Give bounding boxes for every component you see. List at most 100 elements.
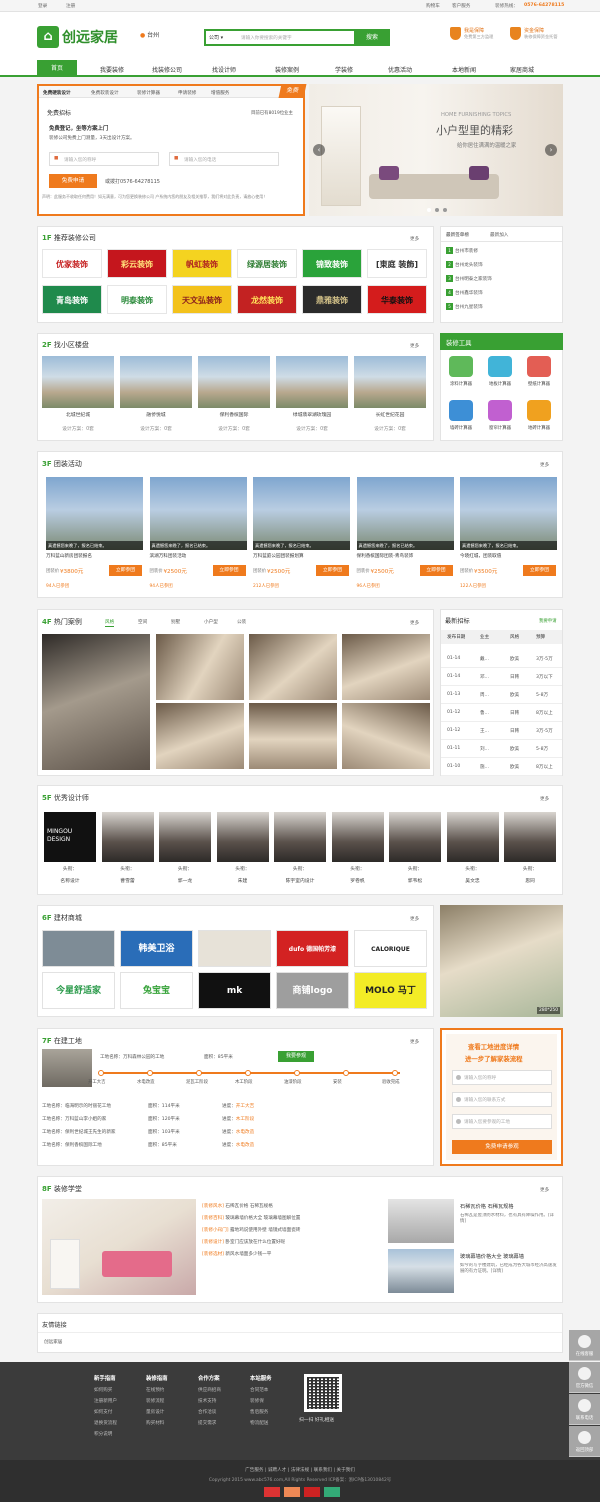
footer-link[interactable]: 提交需求 [198, 1420, 221, 1426]
case-tab[interactable]: 空间 [138, 619, 147, 625]
case-image[interactable] [249, 703, 337, 769]
section-4f-more[interactable]: 更多 [410, 620, 419, 626]
search-button[interactable]: 搜索 [354, 29, 390, 46]
trust-badge-4[interactable] [324, 1487, 340, 1497]
ranking-item[interactable]: 1 台州市装修 [446, 247, 478, 254]
designer-photo[interactable] [331, 812, 384, 862]
property-image[interactable] [276, 356, 348, 408]
designer-photo[interactable] [389, 812, 441, 862]
calculator-label[interactable]: 地板计算器 [481, 381, 519, 387]
group-buy-image[interactable]: 真遗憾您来晚了，报名已结束。 [149, 477, 247, 550]
search-input[interactable]: 请输入你要搜索的关键字 [241, 35, 292, 41]
footer-link[interactable]: 合同范本 [250, 1387, 272, 1393]
trust-badge-3[interactable] [304, 1487, 320, 1497]
brand-logo[interactable]: 商铺logo [276, 972, 349, 1009]
footer-link[interactable]: 积分说明 [94, 1431, 117, 1437]
nav-offers[interactable]: 优惠活动 [388, 65, 412, 74]
company-logo[interactable]: 帆虹装饰 [172, 249, 232, 278]
group-buy-name[interactable]: 万科蓝山新房团装报名 [46, 553, 92, 559]
property-name[interactable]: 北城世纪城 [42, 411, 114, 418]
case-tab[interactable]: 别墅 [171, 619, 180, 625]
side-online-service-button[interactable]: 在线客服 [569, 1330, 600, 1361]
nav-home[interactable]: 首页 [37, 60, 77, 77]
nav-mall[interactable]: 家居商城 [510, 65, 534, 74]
friend-link-item[interactable]: 创远家居 [44, 1339, 62, 1345]
brand-logo[interactable] [42, 930, 115, 967]
group-buy-name[interactable]: 今晓红城，团装取值 [460, 553, 501, 559]
property-image[interactable] [42, 356, 114, 408]
calculator-icon[interactable] [449, 400, 473, 421]
visit-form-input[interactable]: 请输入您的称呼 [452, 1070, 552, 1085]
banner-prev-icon[interactable]: ‹ [313, 144, 325, 156]
ranking-item[interactable]: 2 台州龙头装饰 [446, 261, 483, 268]
designer-name[interactable]: 郭一龙 [159, 877, 211, 884]
designer-photo[interactable] [216, 812, 269, 862]
brand-logo[interactable]: MOLO 马丁 [354, 972, 427, 1009]
site-photo[interactable] [42, 1049, 92, 1087]
brand-logo[interactable]: mk [198, 972, 271, 1009]
group-buy-image[interactable]: 真遗憾您来晚了，报名已结束。 [460, 477, 557, 550]
visit-site-button[interactable]: 我要参观 [278, 1051, 314, 1062]
designer-name[interactable]: 吴文忠 [447, 877, 499, 884]
phone-input[interactable]: ■ 请输入您的电话 [169, 152, 279, 166]
nav-designers[interactable]: 找设计师 [212, 65, 236, 74]
article-2-title[interactable]: 玻璃幕墙价格大全 玻璃幕墙 [460, 1253, 524, 1260]
school-article-link[interactable]: [装修百科] 玻璃幕墙价格大全 玻璃幕墙图解位置 [202, 1215, 300, 1221]
property-image[interactable] [198, 356, 270, 408]
visit-form-input[interactable]: 请输入您的联系方式 [452, 1092, 552, 1107]
group-buy-name[interactable]: 滨湖万科团装活动 [150, 553, 187, 559]
ranking-tab-new[interactable]: 最新加入 [490, 232, 508, 238]
group-buy-image[interactable]: 真遗憾您来晚了，报名已结束。 [356, 477, 454, 550]
footer-link[interactable]: 装修流程 [146, 1398, 168, 1404]
nav-learn[interactable]: 学装修 [335, 65, 353, 74]
case-image[interactable] [249, 634, 337, 700]
case-image[interactable] [342, 703, 430, 769]
footer-link[interactable]: 装修保 [250, 1398, 272, 1404]
school-main-image[interactable] [42, 1199, 196, 1295]
case-image-large[interactable] [42, 634, 150, 770]
case-tab[interactable]: 小户型 [204, 619, 218, 625]
nav-news[interactable]: 本地新闻 [452, 65, 476, 74]
nav-cases[interactable]: 装修案例 [275, 65, 299, 74]
service-menu[interactable]: 客户服务 [452, 3, 470, 9]
brand-logo[interactable] [198, 930, 271, 967]
calculator-icon[interactable] [527, 400, 551, 421]
case-tab[interactable]: 公装 [237, 619, 246, 625]
calculator-label[interactable]: 涂料计算器 [442, 381, 480, 387]
nav-renovate[interactable]: 我要装修 [100, 65, 124, 74]
section-5f-more[interactable]: 更多 [540, 796, 549, 802]
company-logo[interactable]: 明泰装饰 [107, 285, 167, 314]
site-list-name[interactable]: 工地名称：保利香槟国际工地 [42, 1142, 102, 1148]
side-wechat-button[interactable]: 官方微信 [569, 1362, 600, 1393]
brand-logo[interactable]: dufo 德国帕芳漆 [276, 930, 349, 967]
company-logo[interactable]: 天文弘装饰 [172, 285, 232, 314]
nav-companies[interactable]: 找装修公司 [152, 65, 182, 74]
join-group-button[interactable]: 立即参团 [212, 565, 246, 576]
company-logo[interactable]: 绿源居装饰 [237, 249, 297, 278]
calculator-label[interactable]: 墙砖计算器 [442, 425, 480, 431]
section-6f-more[interactable]: 更多 [410, 916, 419, 922]
property-image[interactable] [120, 356, 192, 408]
case-image[interactable] [156, 634, 244, 700]
property-name[interactable]: 保利香槟国际 [198, 411, 270, 418]
cart-link[interactable]: 购物车 [426, 3, 440, 9]
company-logo[interactable]: 彩云装饰 [107, 249, 167, 278]
apply-tab-extra[interactable]: 增值服务 [211, 90, 229, 96]
calculator-icon[interactable] [527, 356, 551, 377]
footer-link[interactable]: 退换货流程 [94, 1420, 117, 1426]
footer-link[interactable]: 注册新用户 [94, 1398, 117, 1404]
login-link[interactable]: 登录 [38, 3, 47, 9]
banner-dot-2[interactable] [435, 208, 439, 212]
free-apply-button[interactable]: 免费申请 [49, 174, 97, 188]
calculator-icon[interactable] [449, 356, 473, 377]
section-1f-more[interactable]: 更多 [410, 236, 419, 242]
article-2-image[interactable] [388, 1249, 454, 1293]
form-submit-button[interactable]: 免费申请参观 [452, 1140, 552, 1154]
company-logo[interactable]: 华泰装饰 [367, 285, 427, 314]
footer-link[interactable]: 供应商招商 [198, 1387, 221, 1393]
designer-name[interactable]: 罗卷帆 [332, 877, 384, 884]
designer-photo[interactable] [274, 812, 326, 862]
side-phone-button[interactable]: 联系电话 [569, 1394, 600, 1425]
property-name[interactable]: 长虹世纪花园 [354, 411, 426, 418]
calculator-label[interactable]: 地砖计算器 [520, 425, 558, 431]
